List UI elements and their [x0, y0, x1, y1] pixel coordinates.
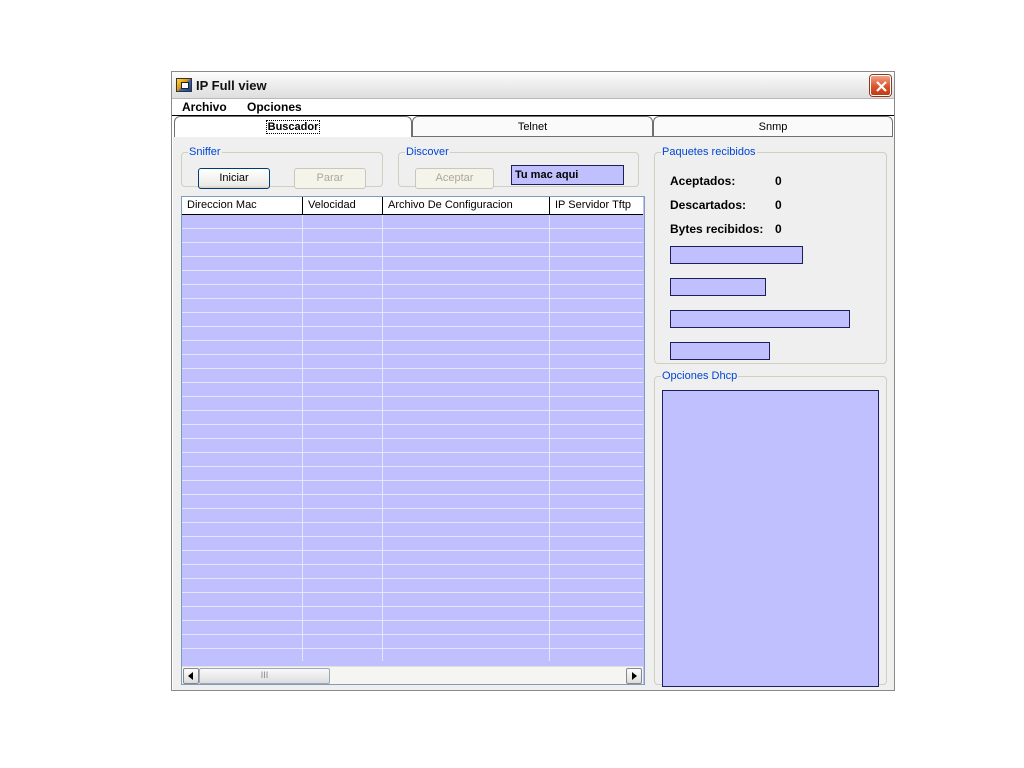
- dhcp-legend: Opciones Dhcp: [662, 370, 738, 382]
- tab-telnet[interactable]: Telnet: [412, 116, 653, 137]
- menu-opciones[interactable]: Opciones: [247, 100, 302, 114]
- paquetes-legend: Paquetes recibidos: [662, 146, 756, 158]
- list-body[interactable]: [182, 215, 643, 661]
- tab-snmp-label: Snmp: [758, 121, 788, 133]
- aceptados-value: 0: [775, 174, 782, 188]
- tab-snmp[interactable]: Snmp: [653, 116, 893, 137]
- window-title: IP Full view: [196, 78, 267, 93]
- arrow-right-icon: [632, 672, 637, 680]
- discover-legend: Discover: [406, 146, 449, 158]
- indicator-box-1: [670, 246, 803, 264]
- mac-address-field[interactable]: Tu mac aqui: [511, 165, 624, 185]
- scroll-thumb[interactable]: III: [199, 668, 330, 684]
- col-ip-servidor-tftp[interactable]: IP Servidor Tftp: [550, 197, 643, 214]
- list-header: Direccion Mac Velocidad Archivo De Confi…: [182, 197, 643, 215]
- iniciar-button[interactable]: Iniciar: [198, 168, 270, 189]
- parar-button[interactable]: Parar: [294, 168, 366, 189]
- tab-telnet-label: Telnet: [517, 121, 548, 133]
- indicator-box-2: [670, 278, 766, 296]
- scroll-left-button[interactable]: [183, 668, 199, 684]
- horizontal-scrollbar[interactable]: III: [182, 666, 643, 684]
- menu-bar: Archivo Opciones: [172, 99, 894, 116]
- column-divider: [302, 215, 303, 661]
- tab-buscador[interactable]: Buscador: [174, 116, 412, 138]
- close-icon: [876, 81, 887, 92]
- devices-listview[interactable]: Direccion Mac Velocidad Archivo De Confi…: [181, 196, 645, 685]
- arrow-left-icon: [188, 672, 193, 680]
- app-icon: [176, 78, 192, 92]
- dhcp-options-textarea[interactable]: [662, 390, 879, 687]
- descartados-label: Descartados:: [670, 198, 747, 212]
- paquetes-group: Paquetes recibidos Aceptados: 0 Descarta…: [654, 146, 887, 364]
- menu-archivo[interactable]: Archivo: [182, 100, 227, 114]
- aceptados-label: Aceptados:: [670, 174, 736, 188]
- tab-buscador-label: Buscador: [265, 120, 321, 134]
- sniffer-group: Sniffer Iniciar Parar: [181, 146, 383, 189]
- column-divider: [549, 215, 550, 661]
- sniffer-legend: Sniffer: [189, 146, 221, 158]
- aceptar-button[interactable]: Aceptar: [415, 168, 494, 189]
- discover-group: Discover Aceptar Tu mac aqui: [398, 146, 639, 189]
- col-velocidad[interactable]: Velocidad: [303, 197, 383, 214]
- tab-strip: Buscador Telnet Snmp: [173, 116, 894, 138]
- title-bar[interactable]: IP Full view: [172, 72, 894, 99]
- col-archivo-configuracion[interactable]: Archivo De Configuracion: [383, 197, 550, 214]
- close-button[interactable]: [870, 75, 891, 96]
- descartados-value: 0: [775, 198, 782, 212]
- indicator-box-4: [670, 342, 770, 360]
- col-direccion-mac[interactable]: Direccion Mac: [182, 197, 303, 214]
- indicator-box-3: [670, 310, 850, 328]
- scroll-right-button[interactable]: [626, 668, 642, 684]
- dhcp-group: Opciones Dhcp: [654, 370, 887, 687]
- bytes-recibidos-value: 0: [775, 222, 782, 236]
- bytes-recibidos-label: Bytes recibidos:: [670, 222, 764, 236]
- column-divider: [382, 215, 383, 661]
